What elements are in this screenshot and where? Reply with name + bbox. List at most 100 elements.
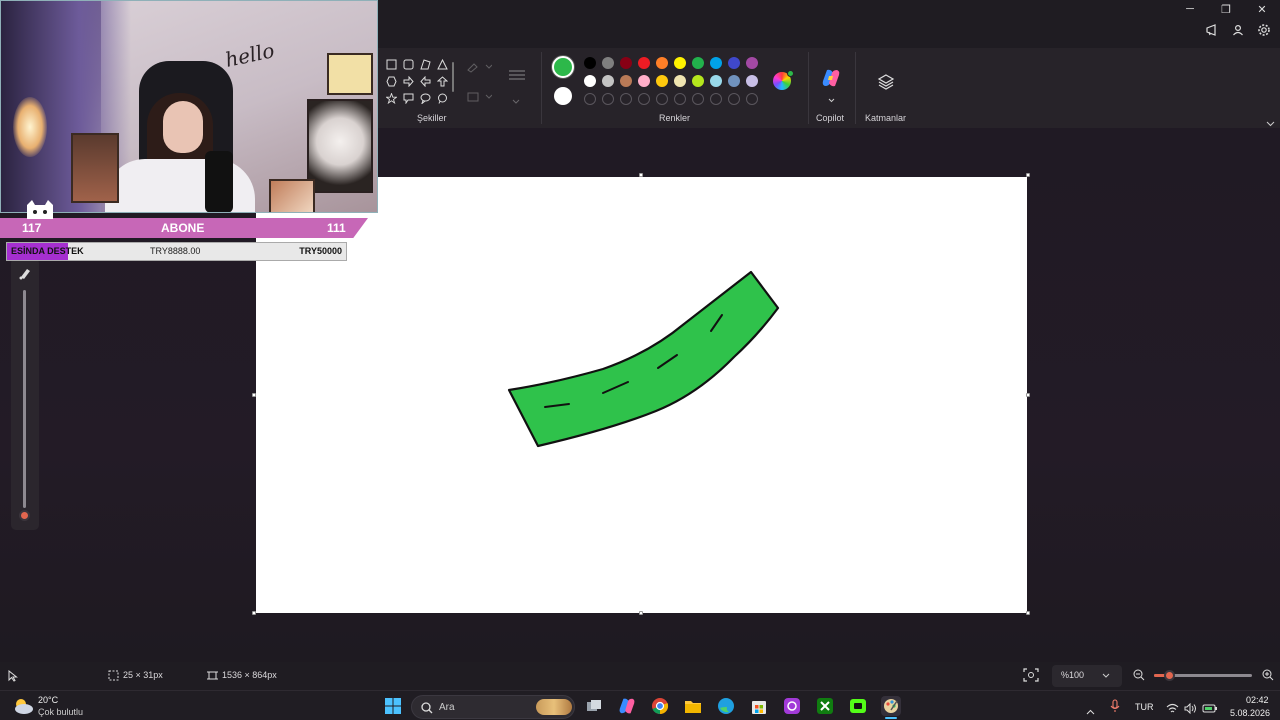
zoom-slider-track[interactable]: [1154, 670, 1252, 681]
zoom-slider-thumb[interactable]: [1163, 670, 1175, 681]
resize-handle-bottom-right[interactable]: [1026, 611, 1030, 615]
triangle-shape-icon[interactable]: [434, 56, 451, 73]
hexagon-shape-icon[interactable]: [383, 73, 400, 90]
palette-color-swatch[interactable]: [656, 57, 668, 69]
arrow-left-shape-icon[interactable]: [417, 73, 434, 90]
streaming-app-icon[interactable]: [848, 696, 868, 716]
primary-color-swatch[interactable]: [552, 56, 574, 78]
microphone-icon[interactable]: [1110, 699, 1120, 718]
palette-color-swatch[interactable]: [674, 57, 686, 69]
palette-color-swatch[interactable]: [602, 75, 614, 87]
custom-color-slot[interactable]: [584, 93, 596, 105]
fit-to-window-icon[interactable]: [1023, 668, 1039, 684]
subscriber-left-count: 117: [22, 221, 42, 235]
copilot-chevron-icon[interactable]: [828, 90, 835, 108]
media-app-icon[interactable]: [782, 696, 802, 716]
palette-color-swatch[interactable]: [692, 57, 704, 69]
file-explorer-icon[interactable]: [683, 696, 703, 716]
zoom-select[interactable]: %100: [1052, 665, 1122, 687]
palette-color-swatch[interactable]: [584, 75, 596, 87]
arrow-up-shape-icon[interactable]: [434, 73, 451, 90]
layers-icon[interactable]: [876, 72, 896, 92]
brush-size-thumb[interactable]: [19, 510, 30, 521]
resize-handle-right[interactable]: [1026, 393, 1030, 397]
xbox-icon[interactable]: [815, 696, 835, 716]
minimize-button[interactable]: ─: [1172, 0, 1208, 18]
clock-time[interactable]: 02:42: [1246, 695, 1269, 705]
paint-app-icon[interactable]: [881, 696, 901, 716]
palette-color-swatch[interactable]: [584, 57, 596, 69]
weather-desc: Çok bulutlu: [38, 707, 84, 717]
palette-color-swatch[interactable]: [710, 57, 722, 69]
custom-color-slot[interactable]: [620, 93, 632, 105]
palette-color-swatch[interactable]: [674, 75, 686, 87]
resize-handle-bottom[interactable]: [639, 611, 643, 615]
secondary-color-swatch[interactable]: [554, 87, 572, 105]
start-button-windows-icon[interactable]: [383, 696, 403, 716]
custom-color-slot[interactable]: [692, 93, 704, 105]
resize-handle-top-right[interactable]: [1026, 173, 1030, 177]
task-view-icon[interactable]: [584, 696, 604, 716]
rectangle-shape-icon[interactable]: [383, 56, 400, 73]
chrome-icon[interactable]: [650, 696, 670, 716]
weather-widget[interactable]: 20°C Çok bulutlu: [12, 693, 112, 719]
volume-icon[interactable]: [1184, 701, 1197, 719]
palette-color-swatch[interactable]: [710, 75, 722, 87]
palette-color-swatch[interactable]: [692, 75, 704, 87]
size-icon[interactable]: [507, 68, 527, 82]
size-dropdown-chevron-icon[interactable]: [512, 92, 520, 110]
custom-color-slot[interactable]: [728, 93, 740, 105]
brush-size-track[interactable]: [23, 290, 26, 508]
outline-icon[interactable]: [466, 60, 492, 74]
close-button[interactable]: ✕: [1244, 0, 1280, 18]
input-language[interactable]: TUR: [1135, 702, 1154, 712]
palette-color-swatch[interactable]: [746, 57, 758, 69]
callout-cloud-shape-icon[interactable]: [434, 90, 451, 107]
zoom-in-icon[interactable]: [1262, 669, 1274, 683]
settings-gear-icon[interactable]: [1256, 22, 1272, 38]
arrow-right-shape-icon[interactable]: [400, 73, 417, 90]
copilot-icon[interactable]: [821, 68, 841, 88]
fill-icon[interactable]: [466, 90, 492, 104]
callout-rect-shape-icon[interactable]: [400, 90, 417, 107]
copilot-label[interactable]: Copilot: [816, 113, 844, 123]
palette-color-swatch[interactable]: [746, 75, 758, 87]
custom-color-slot[interactable]: [710, 93, 722, 105]
palette-color-swatch[interactable]: [602, 57, 614, 69]
resize-handle-left[interactable]: [252, 393, 256, 397]
restore-button[interactable]: ❐: [1208, 0, 1244, 18]
freeform-shape-icon[interactable]: [417, 56, 434, 73]
resize-handle-top[interactable]: [639, 173, 643, 177]
battery-icon[interactable]: [1202, 701, 1218, 719]
star-shape-icon[interactable]: [383, 90, 400, 107]
palette-color-swatch[interactable]: [620, 57, 632, 69]
custom-color-slot[interactable]: [602, 93, 614, 105]
palette-color-swatch[interactable]: [728, 75, 740, 87]
callout-oval-shape-icon[interactable]: [417, 90, 434, 107]
custom-color-slot[interactable]: [674, 93, 686, 105]
clock-date[interactable]: 5.08.2026: [1230, 708, 1270, 718]
custom-color-slot[interactable]: [656, 93, 668, 105]
microsoft-store-icon[interactable]: [749, 696, 769, 716]
rounded-rectangle-shape-icon[interactable]: [400, 56, 417, 73]
custom-color-slot[interactable]: [746, 93, 758, 105]
palette-color-swatch[interactable]: [656, 75, 668, 87]
tray-overflow-chevron-icon[interactable]: [1086, 702, 1095, 720]
zoom-out-icon[interactable]: [1133, 669, 1145, 683]
palette-color-swatch[interactable]: [728, 57, 740, 69]
palette-color-swatch[interactable]: [638, 57, 650, 69]
edge-icon[interactable]: [716, 696, 736, 716]
palette-color-swatch[interactable]: [620, 75, 632, 87]
layers-label[interactable]: Katmanlar: [865, 113, 906, 123]
wifi-icon[interactable]: [1166, 701, 1179, 719]
taskbar-search-box[interactable]: Ara: [411, 695, 575, 719]
account-icon[interactable]: [1230, 22, 1246, 38]
palette-color-swatch[interactable]: [638, 75, 650, 87]
copilot-taskbar-icon[interactable]: [617, 696, 637, 716]
edit-colors-icon[interactable]: [773, 70, 794, 90]
drawing-canvas[interactable]: [256, 177, 1027, 613]
custom-color-slot[interactable]: [638, 93, 650, 105]
feedback-icon[interactable]: [1204, 22, 1220, 38]
shapes-scrollbar[interactable]: [452, 62, 454, 92]
resize-handle-bottom-left[interactable]: [252, 611, 256, 615]
